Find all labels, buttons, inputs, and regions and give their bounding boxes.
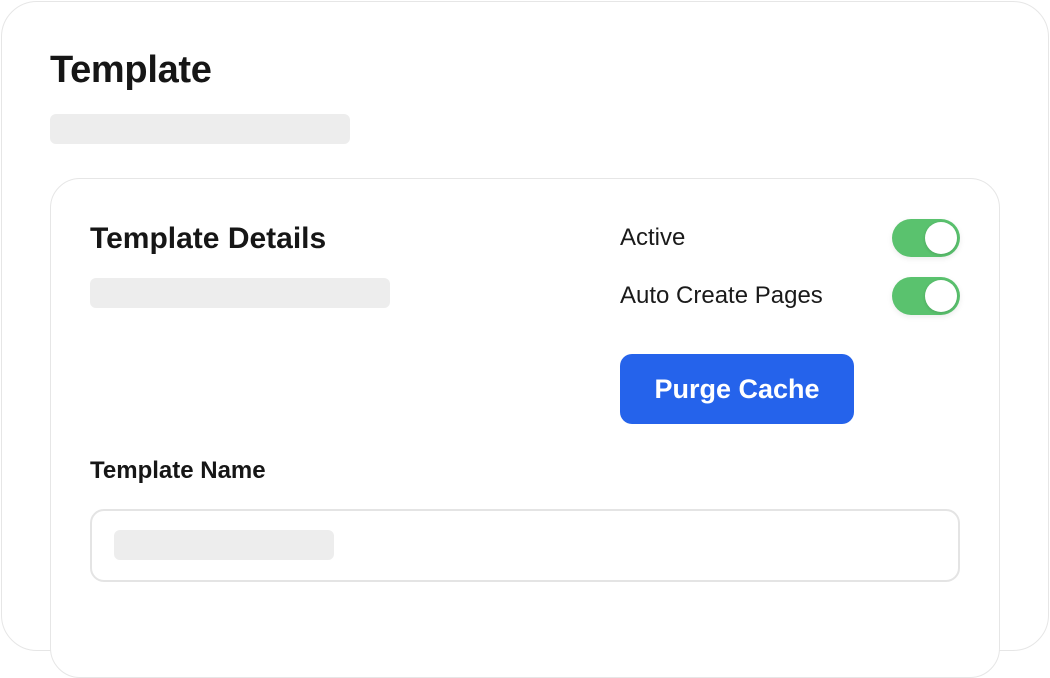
- active-toggle-row: Active: [620, 218, 960, 258]
- toggle-knob: [925, 222, 957, 254]
- auto-create-pages-toggle-row: Auto Create Pages: [620, 276, 960, 316]
- subtitle-skeleton: [50, 114, 350, 144]
- active-toggle[interactable]: [892, 219, 960, 257]
- auto-create-pages-label: Auto Create Pages: [620, 282, 823, 309]
- section-title: Template Details: [90, 222, 327, 255]
- template-name-label: Template Name: [90, 457, 266, 484]
- toggle-knob: [925, 280, 957, 312]
- page-title: Template: [50, 49, 212, 91]
- section-description-skeleton: [90, 278, 390, 308]
- active-label: Active: [620, 224, 686, 251]
- purge-cache-button[interactable]: Purge Cache: [620, 354, 854, 424]
- template-name-value-skeleton: [114, 530, 334, 560]
- auto-create-pages-toggle[interactable]: [892, 277, 960, 315]
